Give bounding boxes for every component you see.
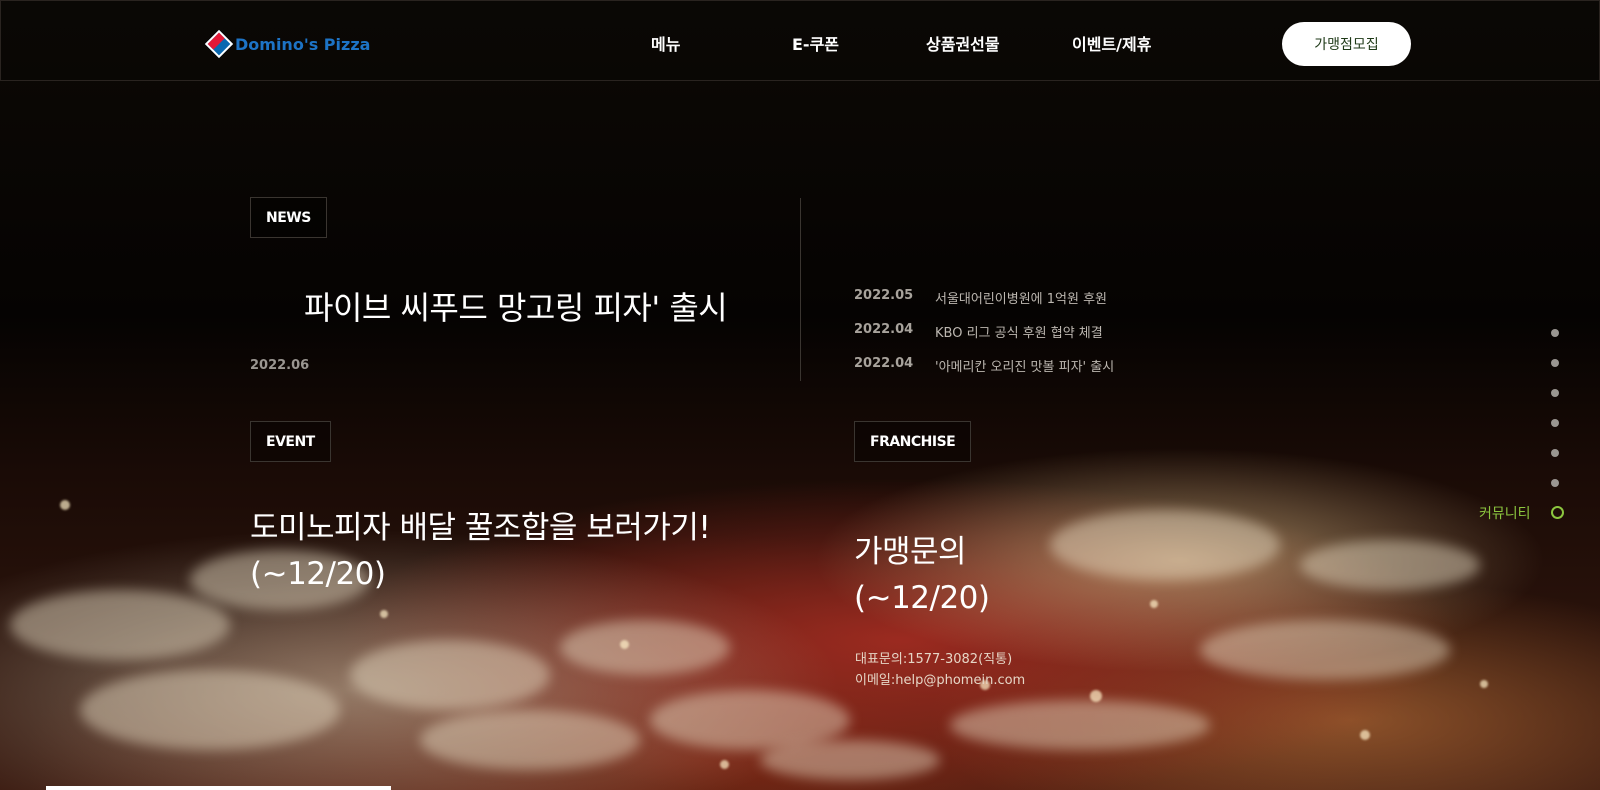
- franchise-email: 이메일:help@phomein.com: [855, 673, 1026, 688]
- news-list-title: '아메리칸 오리진 맛볼 피자' 출시: [935, 360, 1115, 375]
- hero-background: [0, 0, 1600, 790]
- pager-dot[interactable]: [1551, 449, 1559, 457]
- news-headline[interactable]: 파이브 씨푸드 망고링 피자' 출시: [304, 283, 728, 329]
- pager-dot-active[interactable]: [1551, 506, 1564, 519]
- logo-text: Domino's Pizza: [235, 34, 371, 54]
- pager-dot[interactable]: [1551, 359, 1559, 367]
- news-tag: NEWS: [250, 197, 327, 238]
- franchise-title-line1: 가맹문의: [854, 534, 967, 570]
- pizza-texture: [0, 440, 1600, 790]
- franchise-title-line2: (~12/20): [854, 580, 990, 616]
- news-date: 2022.06: [250, 358, 310, 373]
- franchise-phone: 대표문의:1577-3082(직통): [855, 652, 1013, 667]
- news-list-title: KBO 리그 공식 후원 협약 체결: [935, 326, 1103, 341]
- domino-icon: [204, 29, 234, 59]
- pager-dot[interactable]: [1551, 389, 1559, 397]
- franchise-tag: FRANCHISE: [854, 421, 972, 462]
- pager-active-label: 커뮤니티: [1479, 506, 1531, 522]
- news-list-date: 2022.04: [854, 356, 914, 371]
- logo[interactable]: Domino's Pizza: [204, 29, 371, 59]
- franchise-contact: 대표문의:1577-3082(직통) 이메일:help@phomein.com: [855, 649, 1025, 691]
- event-title-line1: 도미노피자 배달 꿀조합을 보러가기!: [250, 510, 711, 546]
- nav-item-menu[interactable]: 메뉴: [651, 31, 680, 55]
- franchise-title[interactable]: 가맹문의 (~12/20): [854, 529, 990, 621]
- pager-dot[interactable]: [1551, 329, 1559, 337]
- pager-dot[interactable]: [1551, 479, 1559, 487]
- nav-item-ecoupon[interactable]: E-쿠폰: [792, 31, 839, 55]
- pager-dot[interactable]: [1551, 419, 1559, 427]
- event-title[interactable]: 도미노피자 배달 꿀조합을 보러가기! (~12/20): [250, 505, 711, 597]
- nav-item-gift[interactable]: 상품권선물: [926, 31, 1000, 55]
- nav-item-event[interactable]: 이벤트/제휴: [1072, 31, 1151, 55]
- news-list-date: 2022.05: [854, 288, 914, 303]
- site-header: Domino's Pizza 메뉴 E-쿠폰 상품권선물 이벤트/제휴 가맹점모…: [0, 0, 1600, 81]
- franchise-recruit-button[interactable]: 가맹점모집: [1282, 22, 1411, 66]
- event-title-line2: (~12/20): [250, 556, 386, 592]
- news-list-item[interactable]: 2022.05 서울대어린이병원에 1억원 후원: [854, 288, 1107, 307]
- event-tag: EVENT: [250, 421, 331, 462]
- news-list-item[interactable]: 2022.04 KBO 리그 공식 후원 협약 체결: [854, 322, 1103, 341]
- news-list-title: 서울대어린이병원에 1억원 후원: [935, 292, 1108, 307]
- divider: [800, 198, 801, 381]
- news-list-date: 2022.04: [854, 322, 914, 337]
- news-list-item[interactable]: 2022.04 '아메리칸 오리진 맛볼 피자' 출시: [854, 356, 1114, 375]
- scroll-indicator: [46, 786, 391, 790]
